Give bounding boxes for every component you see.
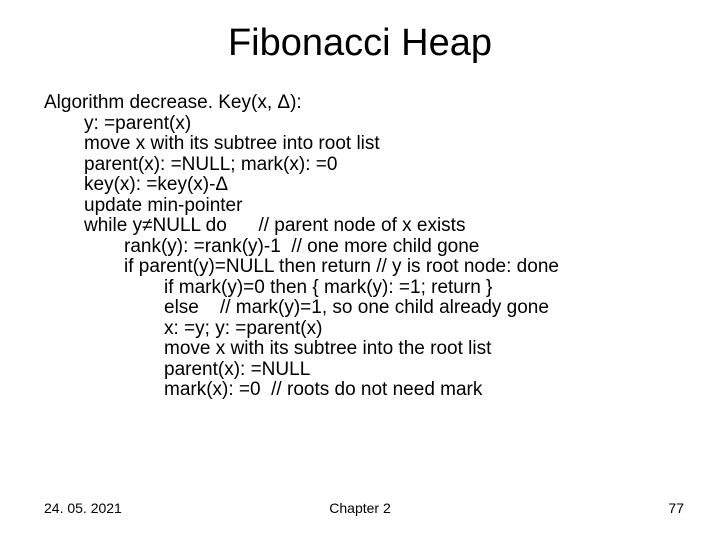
algo-line: rank(y): =rank(y)-1 // one more child go… <box>44 237 720 258</box>
algo-line: move x with its subtree into the root li… <box>44 339 720 360</box>
algo-line: parent(x): =NULL <box>44 360 720 381</box>
footer-chapter: Chapter 2 <box>329 500 390 516</box>
algo-line: mark(x): =0 // roots do not need mark <box>44 380 720 401</box>
algo-line: x: =y; y: =parent(x) <box>44 319 720 340</box>
footer-page-number: 77 <box>668 500 684 516</box>
algo-line: move x with its subtree into root list <box>44 134 720 155</box>
algorithm-body: Algorithm decrease. Key(x, Δ): y: =paren… <box>0 93 720 401</box>
algo-line: if mark(y)=0 then { mark(y): =1; return … <box>44 278 720 299</box>
algo-line: parent(x): =NULL; mark(x): =0 <box>44 155 720 176</box>
algo-header: Algorithm decrease. Key(x, Δ): <box>44 93 720 114</box>
page-title: Fibonacci Heap <box>0 0 720 93</box>
algo-line: while y≠NULL do // parent node of x exis… <box>44 216 720 237</box>
algo-line: else // mark(y)=1, so one child already … <box>44 298 720 319</box>
algo-line: key(x): =key(x)-Δ <box>44 175 720 196</box>
algo-line: update min-pointer <box>44 196 720 217</box>
algo-line: y: =parent(x) <box>44 114 720 135</box>
algo-line: if parent(y)=NULL then return // y is ro… <box>44 257 720 278</box>
footer-date: 24. 05. 2021 <box>44 500 122 516</box>
